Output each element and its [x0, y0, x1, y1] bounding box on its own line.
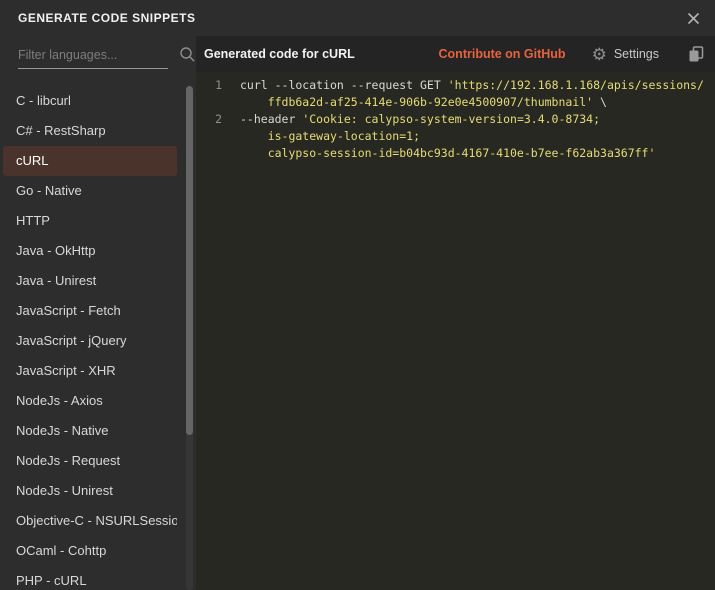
line-number [196, 145, 222, 162]
filter-field [18, 46, 168, 69]
filter-languages-input[interactable] [18, 48, 179, 62]
dialog-header: GENERATE CODE SNIPPETS [0, 0, 715, 36]
language-item[interactable]: HTTP [3, 206, 177, 236]
language-item[interactable]: JavaScript - Fetch [3, 296, 177, 326]
line-number [196, 128, 222, 145]
settings-label: Settings [614, 47, 659, 61]
gear-icon: ⚙ [592, 46, 607, 63]
language-item[interactable]: Java - OkHttp [3, 236, 177, 266]
language-item[interactable]: NodeJs - Unirest [3, 476, 177, 506]
generated-code-title: Generated code for cURL [204, 47, 439, 61]
language-item[interactable]: OCaml - Cohttp [3, 536, 177, 566]
language-item[interactable]: cURL [3, 146, 177, 176]
line-number [196, 94, 222, 111]
contribute-github-link[interactable]: Contribute on GitHub [439, 47, 566, 61]
code-text: is-gateway-location=1; [222, 128, 420, 145]
language-item[interactable]: JavaScript - jQuery [3, 326, 177, 356]
code-token-string: calypso-session-id=b04bc93d-4167-410e-b7… [268, 146, 656, 160]
language-item[interactable]: Java - Unirest [3, 266, 177, 296]
sidebar-scrollbar-track[interactable] [186, 86, 193, 590]
code-toolbar: Generated code for cURL Contribute on Gi… [196, 36, 715, 72]
code-line-row: ffdb6a2d-af25-414e-906b-92e0e4500907/thu… [196, 94, 715, 111]
code-text: calypso-session-id=b04bc93d-4167-410e-b7… [222, 145, 655, 162]
language-item[interactable]: PHP - cURL [3, 566, 177, 590]
line-number: 2 [196, 111, 222, 128]
code-token-string: is-gateway-location=1; [268, 129, 420, 143]
code-panel: Generated code for cURL Contribute on Gi… [196, 36, 715, 590]
language-item[interactable]: Go - Native [3, 176, 177, 206]
copy-button[interactable] [687, 45, 705, 63]
code-text: ffdb6a2d-af25-414e-906b-92e0e4500907/thu… [222, 94, 607, 111]
sidebar-scrollbar-thumb[interactable] [186, 86, 193, 435]
dialog-body: C - libcurlC# - RestSharpcURLGo - Native… [0, 36, 715, 590]
search-icon [179, 46, 196, 63]
code-token-string: 'Cookie: calypso-system-version=3.4.0-87… [302, 112, 600, 126]
language-item[interactable]: NodeJs - Request [3, 446, 177, 476]
language-list: C - libcurlC# - RestSharpcURLGo - Native… [0, 86, 196, 590]
language-item[interactable]: NodeJs - Native [3, 416, 177, 446]
line-number: 1 [196, 77, 222, 94]
settings-button[interactable]: ⚙ Settings [592, 46, 659, 63]
code-line-row: calypso-session-id=b04bc93d-4167-410e-b7… [196, 145, 715, 162]
generate-code-snippets-dialog: GENERATE CODE SNIPPETS C - libcurlC# - R… [0, 0, 715, 590]
copy-icon [687, 45, 705, 63]
dialog-title: GENERATE CODE SNIPPETS [18, 11, 195, 25]
close-icon[interactable] [685, 10, 701, 26]
code-text: curl --location --request GET 'https://1… [222, 77, 704, 94]
code-line-row: 2--header 'Cookie: calypso-system-versio… [196, 111, 715, 128]
language-item[interactable]: JavaScript - XHR [3, 356, 177, 386]
code-token-plain: \ [593, 95, 607, 109]
language-item[interactable]: C - libcurl [3, 86, 177, 116]
language-item[interactable]: Objective-C - NSURLSession [3, 506, 177, 536]
code-text: --header 'Cookie: calypso-system-version… [222, 111, 600, 128]
language-item[interactable]: C# - RestSharp [3, 116, 177, 146]
code-token-plain: --header [240, 112, 302, 126]
code-token-plain: curl --location --request GET [240, 78, 448, 92]
code-line-row: 1curl --location --request GET 'https://… [196, 77, 715, 94]
language-item[interactable]: NodeJs - Axios [3, 386, 177, 416]
code-token-string: ffdb6a2d-af25-414e-906b-92e0e4500907/thu… [268, 95, 593, 109]
language-sidebar: C - libcurlC# - RestSharpcURLGo - Native… [0, 36, 196, 590]
code-line-row: is-gateway-location=1; [196, 128, 715, 145]
code-token-string: 'https://192.168.1.168/apis/sessions/ [448, 78, 704, 92]
code-block: 1curl --location --request GET 'https://… [196, 72, 715, 590]
